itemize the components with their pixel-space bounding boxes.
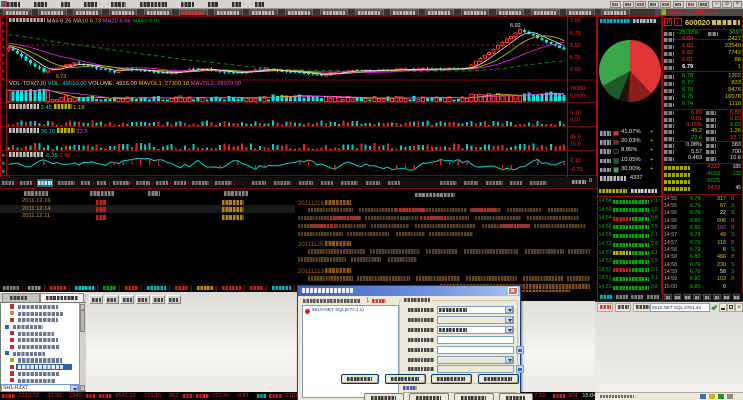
svg-text:6.75: 6.75 (570, 31, 581, 37)
svg-text:15.0: 15.0 (570, 142, 581, 148)
svg-text:2.10: 2.10 (570, 158, 581, 164)
svg-text:79380: 79380 (570, 86, 585, 92)
svg-text:52920: 52920 (570, 94, 585, 100)
svg-text:6.25: 6.25 (570, 55, 581, 61)
svg-text:6.00: 6.00 (570, 67, 581, 73)
svg-text:-0.70: -0.70 (570, 167, 583, 173)
svg-text:0.01: 0.01 (570, 117, 581, 123)
svg-text:7.00: 7.00 (570, 19, 581, 25)
svg-text:6.50: 6.50 (570, 43, 581, 49)
svg-text:45.0: 45.0 (570, 135, 581, 141)
svg-text:0.10: 0.10 (570, 111, 581, 117)
